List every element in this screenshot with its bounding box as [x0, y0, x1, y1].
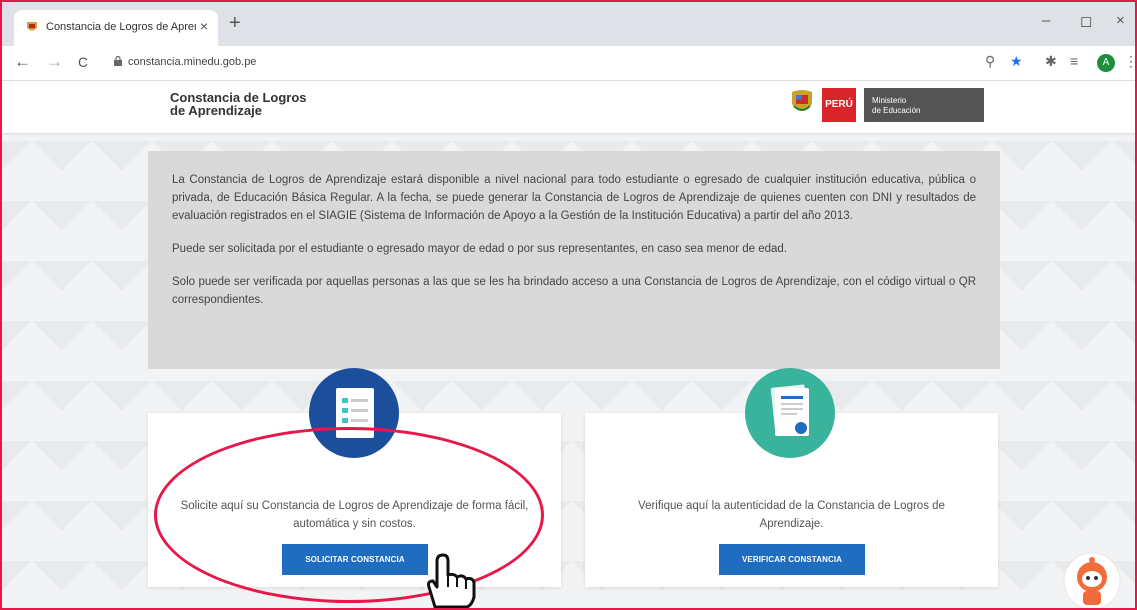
- close-window-button[interactable]: ×: [1116, 12, 1125, 29]
- lock-icon: [114, 56, 122, 66]
- tab-strip: Constancia de Logros de Aprendi × + – ◻ …: [2, 2, 1135, 46]
- tab-title: Constancia de Logros de Aprendi: [46, 21, 196, 33]
- coat-of-arms-icon: [792, 90, 812, 111]
- new-tab-button[interactable]: +: [229, 12, 241, 35]
- url-text: constancia.minedu.gob.pe: [128, 56, 257, 68]
- browser-menu-icon[interactable]: ⋮: [1124, 53, 1135, 70]
- zoom-icon[interactable]: ⚲: [985, 53, 995, 70]
- pointer-hand-icon: [427, 553, 476, 608]
- browser-tab[interactable]: Constancia de Logros de Aprendi ×: [14, 10, 218, 46]
- ministerio-logo: Ministerio de Educación: [864, 88, 984, 122]
- site-header: Constancia de Logros de Aprendizaje PERÚ…: [2, 81, 1135, 133]
- ministerio-line2: de Educación: [872, 106, 921, 115]
- peru-logo: PERÚ: [822, 88, 856, 122]
- info-box: La Constancia de Logros de Aprendizaje e…: [148, 151, 1000, 369]
- profile-avatar[interactable]: A: [1097, 54, 1115, 72]
- minimize-button[interactable]: –: [1042, 12, 1050, 29]
- info-paragraph-2: Puede ser solicitada por el estudiante o…: [172, 243, 788, 255]
- back-button[interactable]: ←: [14, 52, 31, 72]
- page-content: Constancia de Logros de Aprendizaje PERÚ…: [2, 81, 1135, 608]
- site-title[interactable]: Constancia de Logros de Aprendizaje: [170, 91, 307, 117]
- info-paragraph-3: Solo puede ser verificada por aquellas p…: [172, 276, 976, 306]
- site-title-line2: de Aprendizaje: [170, 103, 262, 118]
- browser-toolbar: ← → C constancia.minedu.gob.pe ⚲ ★ ✱ ≡ A…: [2, 46, 1135, 81]
- peru-shield-icon: [27, 22, 37, 31]
- extensions-icon[interactable]: ✱: [1045, 53, 1057, 70]
- bookmark-star-icon[interactable]: ★: [1010, 53, 1023, 70]
- reload-button[interactable]: C: [78, 54, 88, 70]
- ministerio-line1: Ministerio: [872, 96, 907, 105]
- info-paragraph-1: La Constancia de Logros de Aprendizaje e…: [172, 174, 976, 222]
- verificar-constancia-button[interactable]: VERIFICAR CONSTANCIA: [719, 544, 865, 575]
- verificar-text: Verifique aquí la autenticidad de la Con…: [638, 500, 945, 530]
- restore-button[interactable]: ◻: [1080, 12, 1092, 30]
- chatbot-mascot-icon[interactable]: [1062, 551, 1122, 608]
- tab-close-icon[interactable]: ×: [200, 18, 208, 34]
- address-bar[interactable]: constancia.minedu.gob.pe: [108, 51, 978, 75]
- forward-button[interactable]: →: [46, 52, 63, 72]
- browser-window: Constancia de Logros de Aprendi × + – ◻ …: [0, 0, 1137, 610]
- reading-list-icon[interactable]: ≡: [1070, 53, 1078, 69]
- certificate-icon: [745, 368, 835, 458]
